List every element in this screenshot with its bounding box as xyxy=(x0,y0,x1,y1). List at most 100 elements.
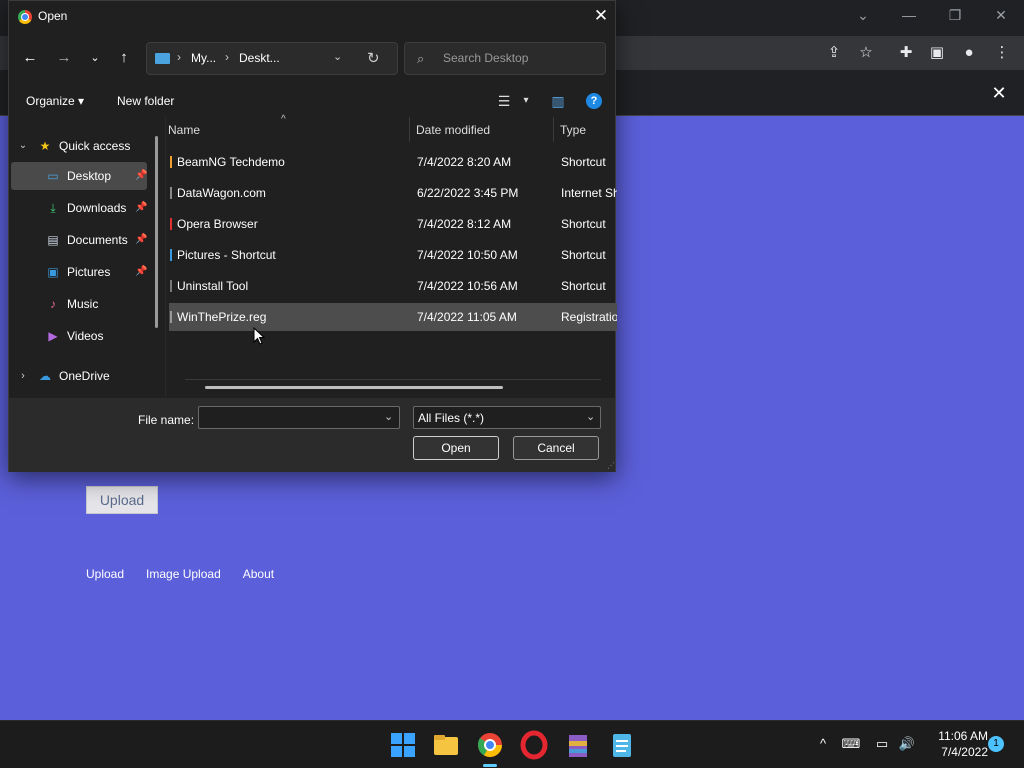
link-upload[interactable]: Upload xyxy=(86,567,124,581)
chevron-down-icon[interactable]: ⌄ xyxy=(384,410,393,423)
pin-icon[interactable]: 📌 xyxy=(135,266,147,277)
browser-close-button[interactable]: ✕ xyxy=(986,4,1016,26)
chevron-down-icon[interactable]: ⌄ xyxy=(333,50,342,63)
resize-grip-icon[interactable]: ⋰ xyxy=(607,461,615,470)
view-details-icon[interactable]: ☰ xyxy=(493,91,515,111)
nav-music[interactable]: ♪ Music xyxy=(9,290,149,318)
nav-pictures[interactable]: ▣ Pictures 📌 xyxy=(9,258,149,286)
file-row[interactable]: WinThePrize.reg 7/4/2022 11:05 AM Registra… xyxy=(169,303,617,331)
column-divider[interactable] xyxy=(553,117,554,142)
file-name-input[interactable] xyxy=(203,411,373,425)
volume-icon[interactable]: 🔊 xyxy=(897,734,917,754)
nav-documents[interactable]: ▤ Documents 📌 xyxy=(9,226,149,254)
chrome-icon xyxy=(18,10,32,24)
minimize-button[interactable]: — xyxy=(894,4,924,26)
chevron-right-icon[interactable]: › xyxy=(16,369,30,383)
horizontal-scroll-track xyxy=(185,379,601,380)
pin-icon[interactable]: 📌 xyxy=(135,234,147,245)
file-row[interactable]: Uninstall Tool 7/4/2022 10:56 AM Shortcut xyxy=(169,272,617,300)
clock-date: 7/4/2022 xyxy=(941,745,988,759)
nav-quick-access[interactable]: ⌄ ★ Quick access xyxy=(9,132,149,160)
breadcrumb-desktop[interactable]: Deskt... xyxy=(239,51,280,65)
chevron-down-icon[interactable]: ⌄ xyxy=(586,410,595,423)
link-image-upload[interactable]: Image Upload xyxy=(146,567,221,581)
column-type[interactable]: Type xyxy=(560,123,586,137)
extensions-icon[interactable]: ✚ xyxy=(895,42,917,64)
column-date-modified[interactable]: Date modified xyxy=(416,123,490,137)
restore-button[interactable]: ❐ xyxy=(940,4,970,26)
back-arrow-icon[interactable]: ← xyxy=(19,47,41,69)
file-name-combobox[interactable]: ⌄ xyxy=(198,406,400,429)
organize-button[interactable]: Organize ▾ xyxy=(26,94,84,108)
file-type: Shortcut xyxy=(561,217,606,231)
search-input[interactable] xyxy=(443,51,593,65)
chevron-right-icon: › xyxy=(177,50,181,64)
new-folder-button[interactable]: New folder xyxy=(117,94,174,108)
pin-icon[interactable]: 📌 xyxy=(135,202,147,213)
preview-pane-icon[interactable]: ▥ xyxy=(547,91,569,111)
desktop-icon: ▭ xyxy=(47,169,59,183)
sidepanel-icon[interactable]: ▣ xyxy=(926,42,948,64)
start-button[interactable] xyxy=(387,729,419,761)
file-row[interactable]: BeamNG Techdemo 7/4/2022 8:20 AM Shortcut xyxy=(169,148,617,176)
keyboard-icon[interactable]: ⌨ xyxy=(841,734,861,754)
star-icon[interactable]: ☆ xyxy=(855,42,877,64)
file-name: Opera Browser xyxy=(177,217,258,231)
nav-onedrive[interactable]: › ☁ OneDrive xyxy=(9,362,149,390)
file-date: 7/4/2022 11:05 AM xyxy=(417,310,517,324)
nav-desktop[interactable]: ▭ Desktop 📌 xyxy=(11,162,147,190)
address-bar[interactable]: › My... › Deskt... ⌄ ↻ xyxy=(146,42,398,75)
up-arrow-icon[interactable]: ↑ xyxy=(113,47,135,69)
forward-arrow-icon[interactable]: → xyxy=(53,47,75,69)
share-icon[interactable]: ⇪ xyxy=(823,42,845,64)
file-date: 7/4/2022 10:50 AM xyxy=(417,248,518,262)
pane-divider[interactable] xyxy=(165,117,166,397)
nav-scrollbar[interactable] xyxy=(155,136,158,328)
view-options-icon[interactable]: ▾ xyxy=(515,91,537,111)
breadcrumb-my[interactable]: My... xyxy=(191,51,216,65)
clock[interactable]: 11:06 AM 7/4/2022 xyxy=(926,728,988,760)
help-icon[interactable]: ? xyxy=(586,93,602,109)
chrome-taskbar-button[interactable] xyxy=(474,729,506,767)
star-icon: ★ xyxy=(39,139,51,153)
refresh-icon[interactable]: ↻ xyxy=(367,49,380,67)
file-date: 6/22/2022 3:45 PM xyxy=(417,186,519,200)
tab-search-icon[interactable]: ⌄ xyxy=(848,4,878,26)
profile-icon[interactable]: ● xyxy=(958,42,980,64)
link-about[interactable]: About xyxy=(243,567,274,581)
open-file-dialog: Open ✕ ← → ⌄ ↑ › My... › Deskt... ⌄ ↻ ⌕ … xyxy=(8,0,617,472)
file-row[interactable]: DataWagon.com 6/22/2022 3:45 PM Internet S… xyxy=(169,179,617,207)
open-button[interactable]: Open xyxy=(413,436,499,460)
nav-label: OneDrive xyxy=(59,369,110,383)
cancel-button[interactable]: Cancel xyxy=(513,436,599,460)
column-divider[interactable] xyxy=(409,117,410,142)
nav-videos[interactable]: ▶ Videos xyxy=(9,322,149,350)
clock-time: 11:06 AM xyxy=(938,729,988,743)
column-name[interactable]: Name xyxy=(168,123,200,137)
nav-downloads[interactable]: ⤓ Downloads 📌 xyxy=(9,194,149,222)
chevron-down-icon[interactable]: ⌄ xyxy=(16,139,30,153)
nav-label: Documents xyxy=(67,233,128,247)
recent-locations-icon[interactable]: ⌄ xyxy=(84,47,106,69)
horizontal-scrollbar[interactable] xyxy=(205,386,503,389)
network-icon[interactable]: ▭ xyxy=(872,734,892,754)
document-icon: ▤ xyxy=(47,233,59,247)
notepad-taskbar-button[interactable] xyxy=(606,729,638,761)
file-row[interactable]: Pictures - Shortcut 7/4/2022 10:50 AM Shor… xyxy=(169,241,617,269)
winrar-taskbar-button[interactable] xyxy=(562,729,594,761)
upload-button[interactable]: Upload xyxy=(86,486,158,514)
file-row[interactable]: Opera Browser 7/4/2022 8:12 AM Shortcut xyxy=(169,210,617,238)
file-explorer-button[interactable] xyxy=(430,729,462,761)
dialog-close-button[interactable]: ✕ xyxy=(589,5,613,29)
search-box[interactable]: ⌕ xyxy=(404,42,606,75)
file-icon xyxy=(170,249,172,261)
opera-taskbar-button[interactable] xyxy=(518,729,550,761)
notification-badge[interactable]: 1 xyxy=(988,736,1004,752)
show-hidden-icons-icon[interactable]: ^ xyxy=(813,734,833,754)
file-type-select[interactable]: All Files (*.*) ⌄ xyxy=(413,406,601,429)
pin-icon[interactable]: 📌 xyxy=(135,170,147,181)
file-name: WinThePrize.reg xyxy=(177,310,267,324)
close-icon[interactable]: ✕ xyxy=(988,82,1010,104)
file-name: DataWagon.com xyxy=(177,186,266,200)
menu-icon[interactable]: ⋮ xyxy=(991,42,1013,64)
